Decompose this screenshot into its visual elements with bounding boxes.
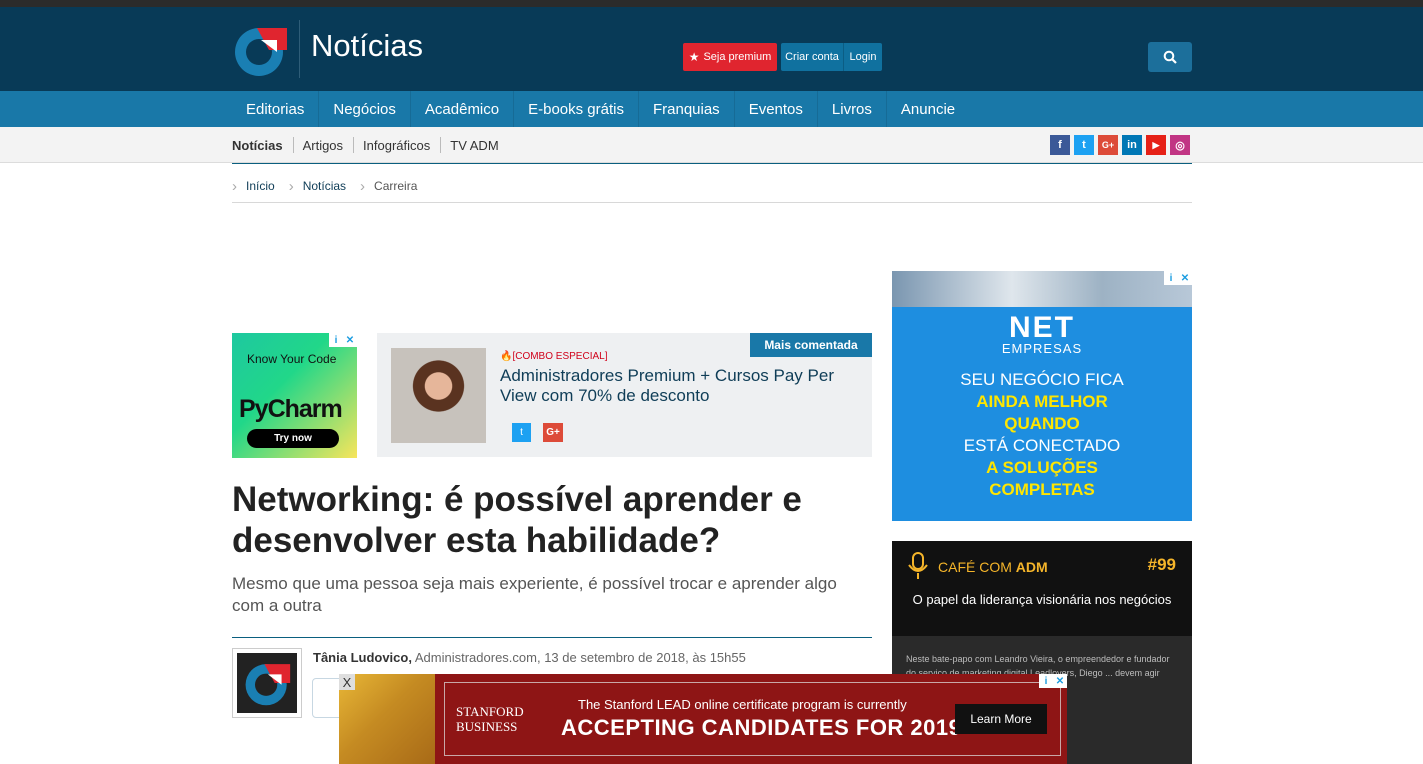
article-subheadline: Mesmo que uma pessoa seja mais experient… (232, 574, 837, 615)
subnav-item-artigos[interactable]: Artigos (292, 127, 353, 163)
chevron-right-icon: › (360, 177, 366, 195)
net-empresas-ad[interactable]: NET EMPRESAS SEU NEGÓCIO FICA AINDA MELH… (892, 271, 1192, 521)
brand-prefix: CAFÉ COM (938, 559, 1016, 575)
ad-brand: NET (1009, 311, 1075, 344)
ad-close-icon[interactable]: ✕ (1178, 271, 1192, 285)
promo-title[interactable]: Administradores Premium + Cursos Pay Per… (500, 366, 860, 406)
search-button[interactable] (1148, 42, 1192, 72)
ad-line: A SOLUÇÕES (986, 458, 1098, 477)
nav-item-academico[interactable]: Acadêmico (411, 91, 515, 127)
ad-choices: i ✕ (1164, 271, 1192, 285)
author-avatar[interactable] (232, 648, 302, 718)
article-byline: Tânia Ludovico, Administradores.com, 13 … (313, 650, 746, 665)
ad-brand-sub: EMPRESAS (1001, 341, 1083, 356)
brand-bold: ADM (1015, 559, 1048, 575)
twitter-icon[interactable]: t (1074, 135, 1094, 155)
promo-kicker-label: [COMBO ESPECIAL] (512, 351, 608, 362)
ad-line: ESTÁ CONECTADO (963, 436, 1121, 455)
nav-item-editorias[interactable]: Editorias (232, 91, 320, 127)
sub-nav: Notícias Artigos Infográficos TV ADM f t… (0, 127, 1423, 163)
avatar-logo-icon (245, 664, 291, 706)
ad-photo (892, 271, 1192, 307)
featured-promo: Mais comentada 🔥[COMBO ESPECIAL] Adminis… (377, 333, 872, 457)
main-nav: Editorias Negócios Acadêmico E-books grá… (0, 91, 1423, 127)
logo-line: STANFORD (456, 704, 524, 719)
nav-item-franquias[interactable]: Franquias (639, 91, 735, 127)
pycharm-ad[interactable]: Know Your Code PyCharm Try now i ✕ (232, 333, 357, 458)
nav-item-anuncie[interactable]: Anuncie (887, 91, 969, 127)
episode-title[interactable]: O papel da liderança visionária nos negó… (912, 592, 1172, 608)
ad-tagline: Know Your Code (247, 352, 337, 366)
ad-product-name: PyCharm (239, 395, 343, 423)
ad-choices: i ✕ (329, 333, 357, 347)
nav-item-ebooks[interactable]: E-books grátis (514, 91, 639, 127)
premium-label: Seja premium (703, 51, 772, 63)
site-title[interactable]: Notícias (311, 28, 423, 64)
promo-kicker: 🔥[COMBO ESPECIAL] (500, 351, 607, 362)
google-plus-share-icon[interactable]: G+ (543, 423, 563, 442)
microphone-icon (908, 552, 928, 579)
breadcrumb: › Início › Notícias › Carreira (232, 170, 1192, 203)
stanford-logo: STANFORD BUSINESS (456, 704, 524, 734)
nav-item-livros[interactable]: Livros (818, 91, 887, 127)
ad-info-icon[interactable]: i (1164, 271, 1178, 285)
nav-item-eventos[interactable]: Eventos (735, 91, 818, 127)
login-button[interactable]: Login (843, 43, 882, 71)
fire-icon: 🔥 (500, 351, 513, 362)
ad-info-icon[interactable]: i (1039, 674, 1053, 688)
ad-line: QUANDO (1004, 414, 1080, 433)
author-name[interactable]: Tânia Ludovico, (313, 650, 412, 665)
subnav-item-infograficos[interactable]: Infográficos (353, 127, 440, 163)
author-divider (232, 637, 872, 638)
site-header: Notícias ★ Seja premium Criar conta Logi… (0, 7, 1423, 91)
stanford-banner-ad[interactable]: STANFORD BUSINESS The Stanford LEAD onli… (339, 674, 1067, 764)
subnav-item-noticias[interactable]: Notícias (232, 127, 293, 163)
episode-number: #99 (1147, 555, 1176, 574)
podcast-brand[interactable]: CAFÉ COM ADM (938, 559, 1048, 575)
breadcrumb-carreira: › Carreira (360, 178, 417, 195)
twitter-share-icon[interactable]: t (512, 423, 531, 442)
breadcrumb-label: Carreira (374, 179, 418, 193)
ad-close-icon[interactable]: ✕ (1053, 674, 1067, 688)
ad-line: AINDA MELHOR (976, 392, 1108, 411)
social-links: f t G+ in ▶ ◎ (1050, 135, 1190, 155)
premium-button[interactable]: ★ Seja premium (683, 43, 777, 71)
breadcrumb-label: Notícias (302, 179, 347, 193)
breadcrumb-label: Início (246, 179, 275, 193)
article-source-date: Administradores.com, 13 de setembro de 2… (414, 650, 746, 665)
mais-comentada-tag[interactable]: Mais comentada (750, 333, 872, 357)
close-banner-button[interactable]: X (339, 674, 355, 690)
ad-info-icon[interactable]: i (329, 333, 343, 347)
article-headline: Networking: é possível aprender e desenv… (232, 480, 802, 560)
top-strip (0, 0, 1423, 7)
nav-item-negocios[interactable]: Negócios (319, 91, 411, 127)
youtube-icon[interactable]: ▶ (1146, 135, 1166, 155)
ad-line: SEU NEGÓCIO FICA (960, 370, 1124, 389)
breadcrumb-noticias[interactable]: › Notícias (289, 178, 346, 195)
promo-photo[interactable] (391, 348, 486, 443)
search-icon (1163, 50, 1177, 64)
breadcrumb-inicio[interactable]: › Início (232, 178, 275, 195)
ad-choices: i ✕ (1039, 674, 1067, 688)
chevron-right-icon: › (288, 177, 294, 195)
linkedin-icon[interactable]: in (1122, 135, 1142, 155)
subnav-item-tv-adm[interactable]: TV ADM (440, 127, 508, 163)
ad-text-line1: The Stanford LEAD online certificate pro… (578, 697, 907, 712)
section-divider (232, 163, 1192, 164)
ad-line: COMPLETAS (989, 480, 1095, 499)
google-plus-icon[interactable]: G+ (1098, 135, 1118, 155)
facebook-icon[interactable]: f (1050, 135, 1070, 155)
logo-separator (299, 20, 300, 78)
learn-more-button[interactable]: Learn More (955, 704, 1047, 734)
ad-close-icon[interactable]: ✕ (343, 333, 357, 347)
logo-line: BUSINESS (456, 719, 518, 734)
ad-text-line2: ACCEPTING CANDIDATES FOR 2019 (561, 715, 962, 740)
create-account-button[interactable]: Criar conta (781, 43, 843, 71)
instagram-icon[interactable]: ◎ (1170, 135, 1190, 155)
site-logo[interactable] (233, 22, 287, 78)
star-icon: ★ (688, 50, 700, 64)
try-now-button[interactable]: Try now (247, 429, 339, 448)
chevron-right-icon: › (232, 177, 237, 195)
